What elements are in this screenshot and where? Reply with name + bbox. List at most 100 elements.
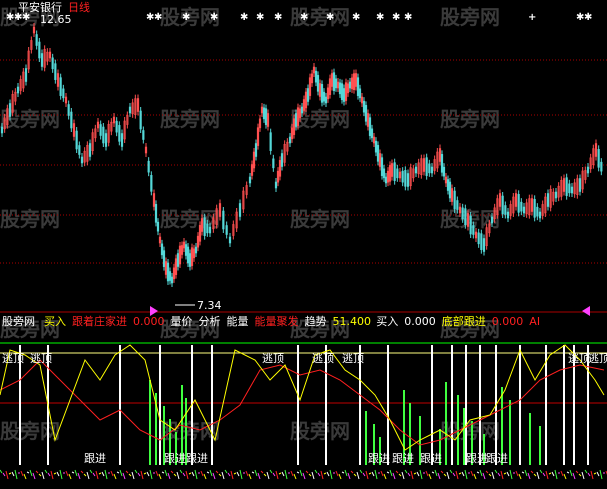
volume-tick	[524, 469, 528, 477]
volume-tick	[275, 470, 279, 480]
volume-tick	[515, 470, 519, 477]
volume-tick	[395, 470, 399, 474]
volume-tick	[101, 471, 105, 477]
candle-body	[206, 223, 209, 234]
indicator-header-item: 0.000	[492, 315, 524, 328]
volume-tick	[344, 469, 348, 477]
candle-body	[332, 72, 336, 91]
candle-body	[280, 153, 284, 167]
volume-tick	[59, 469, 63, 480]
volume-tick	[209, 469, 213, 477]
signal-star-row: ✱ ✱ ✱ ✱ ✱ ✱ ✱ ✱ ✱ ✱ ✱ ✱ ✱ ✱ ✱ ✱ + ✱ ✱	[6, 12, 592, 23]
escape-top-signal: 逃顶	[588, 352, 607, 365]
escape-top-signal: 逃顶	[568, 352, 590, 365]
candle-body	[168, 271, 172, 281]
signal-star-icon: ✱	[182, 12, 190, 23]
volume-tick	[569, 469, 573, 477]
volume-tick	[293, 473, 297, 480]
volume-tick	[317, 472, 321, 477]
volume-tick	[305, 470, 309, 474]
signal-star-icon: ✱	[274, 12, 282, 23]
volume-tick	[494, 469, 498, 474]
volume-tick	[11, 471, 15, 477]
candle-body	[99, 124, 102, 136]
signal-star-icon: ✱	[210, 12, 218, 23]
candle-body	[396, 168, 399, 179]
volume-tick	[251, 471, 255, 474]
candle-body	[59, 77, 62, 96]
volume-tick	[581, 471, 585, 480]
candle-body	[340, 83, 344, 100]
volume-tick	[503, 472, 507, 475]
volume-tick	[167, 472, 171, 480]
volume-tick	[506, 471, 510, 477]
candle-body	[139, 110, 142, 130]
candle-body	[70, 111, 73, 129]
candle-body	[425, 157, 428, 176]
candle-body	[501, 195, 504, 215]
escape-top-signal: 逃顶	[262, 352, 284, 365]
candle-body	[406, 173, 410, 187]
candle-body	[338, 82, 342, 95]
volume-tick	[548, 472, 552, 475]
candle-body	[54, 63, 57, 80]
candle-body	[358, 88, 362, 99]
candle-body	[154, 204, 158, 223]
kline-panel[interactable]: ✱ ✱ ✱ ✱ ✱ ✱ ✱ ✱ ✱ ✱ ✱ ✱ ✱ ✱ ✱ ✱ + ✱ ✱ 平安银行 日线 12.65 7.34	[0, 0, 607, 312]
volume-tick	[176, 471, 180, 480]
candle-body	[156, 221, 160, 232]
volume-tick	[302, 472, 306, 480]
volume-tick	[356, 471, 360, 480]
volume-tick	[125, 470, 129, 474]
volume-tick	[566, 471, 570, 474]
indicator-header-item: 能量聚发	[255, 314, 299, 328]
signal-star-icon: ✱	[352, 12, 360, 23]
volume-tick	[578, 473, 582, 477]
candle-body	[414, 166, 418, 174]
candle-body	[38, 41, 41, 59]
volume-tick	[458, 472, 462, 475]
volume-tick	[221, 471, 225, 480]
volume-tick	[491, 471, 495, 480]
candle-body	[472, 225, 475, 235]
candle-body	[480, 233, 483, 250]
candle-body	[490, 216, 494, 224]
candle-body	[456, 200, 459, 210]
volume-tick	[2, 472, 6, 477]
volume-tick	[551, 471, 555, 477]
escape-top-signal: 逃顶	[342, 352, 364, 365]
volume-tick	[290, 470, 294, 477]
volume-tick	[188, 472, 192, 475]
volume-tick	[194, 469, 198, 480]
volume-tick	[527, 472, 531, 480]
candle-body	[565, 177, 568, 196]
follow-in-signal: 跟进	[164, 452, 186, 465]
candle-body	[51, 57, 54, 70]
volume-tick	[416, 471, 420, 477]
indicator-panel[interactable]: 逃顶 逃顶 逃顶 逃顶 逃顶 逃顶逃顶跟进 跟进 跟进 跟进 跟进 跟进 跟进跟进	[0, 342, 607, 480]
indicator-header-item: 0.000	[133, 315, 165, 328]
indicator-header-item: 能量	[227, 314, 249, 328]
volume-tick	[266, 471, 270, 480]
volume-tick	[539, 469, 543, 474]
candle-body	[8, 103, 12, 117]
volume-tick	[149, 469, 153, 480]
candle-body	[440, 154, 444, 173]
volume-tick	[347, 472, 351, 480]
volume-tick	[482, 472, 486, 480]
indicator-header-item: 跟着庄家进	[72, 314, 127, 328]
volume-tick	[80, 470, 84, 474]
volume-tick	[575, 470, 579, 474]
candle-body	[546, 193, 550, 207]
candle-body	[334, 78, 338, 89]
volume-tick	[50, 470, 54, 480]
volume-tick	[44, 469, 48, 474]
candle-body	[404, 170, 407, 187]
watermark-text: 股旁网	[290, 5, 350, 29]
candle-body	[342, 88, 346, 102]
high-price-label: 12.65	[40, 13, 72, 26]
volume-tick	[401, 471, 405, 480]
volume-tick	[365, 470, 369, 480]
candle-body	[294, 113, 298, 127]
volume-tick	[461, 471, 465, 477]
